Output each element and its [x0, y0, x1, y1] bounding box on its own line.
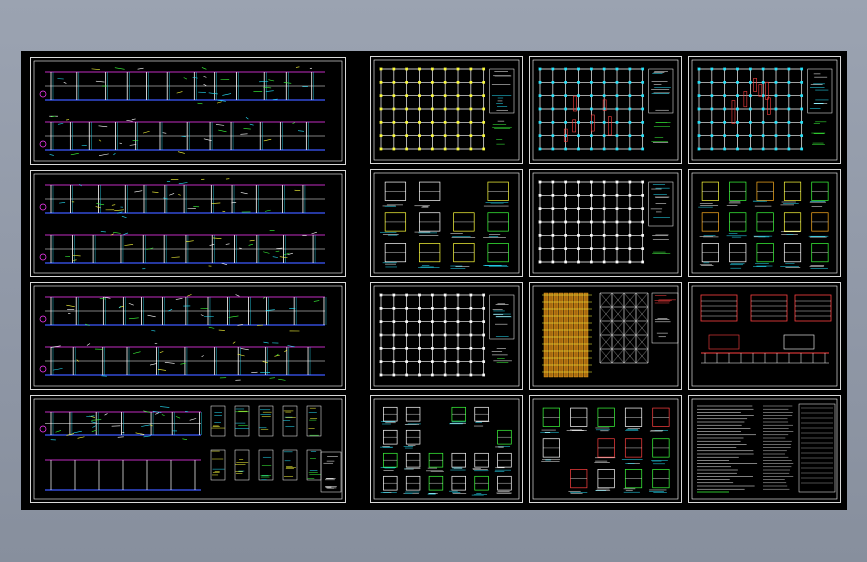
drawing-content — [532, 59, 679, 161]
drawing-sheet-elevation-details[interactable] — [30, 395, 346, 503]
drawing-content — [691, 59, 838, 161]
drawing-sheet-sections[interactable] — [688, 282, 841, 390]
drawing-sheet-floor-plan-a[interactable] — [529, 56, 682, 164]
drawing-sheet-slab-plan[interactable] — [370, 282, 523, 390]
drawing-content — [691, 398, 838, 500]
drawing-content — [33, 60, 343, 162]
drawing-sheet-node-details[interactable] — [370, 395, 523, 503]
drawing-sheet-elevation-2[interactable] — [30, 170, 346, 277]
drawing-content — [532, 398, 679, 500]
drawing-sheet-elevation-3[interactable] — [30, 282, 346, 390]
drawing-content — [33, 398, 343, 500]
drawing-sheet-roof-plan[interactable] — [529, 282, 682, 390]
drawing-sheet-general-notes[interactable] — [688, 395, 841, 503]
drawing-content — [373, 172, 520, 274]
drawing-content — [33, 173, 343, 274]
drawing-content — [532, 172, 679, 274]
drawing-content — [532, 285, 679, 387]
drawing-content — [691, 172, 838, 274]
drawing-sheet-column-details[interactable] — [370, 169, 523, 277]
drawing-content — [33, 285, 343, 387]
drawing-sheet-stair-details[interactable] — [688, 169, 841, 277]
drawing-sheet-connection-details[interactable] — [529, 395, 682, 503]
drawing-sheet-floor-plan-b[interactable] — [688, 56, 841, 164]
drawing-content — [691, 285, 838, 387]
drawing-content — [373, 59, 520, 161]
drawing-sheet-foundation-plan[interactable] — [370, 56, 523, 164]
cad-drawing-viewport[interactable] — [21, 51, 847, 510]
drawing-sheet-elevation-1[interactable] — [30, 57, 346, 165]
drawing-content — [373, 285, 520, 387]
drawing-sheet-beam-plan[interactable] — [529, 169, 682, 277]
drawing-content — [373, 398, 520, 500]
